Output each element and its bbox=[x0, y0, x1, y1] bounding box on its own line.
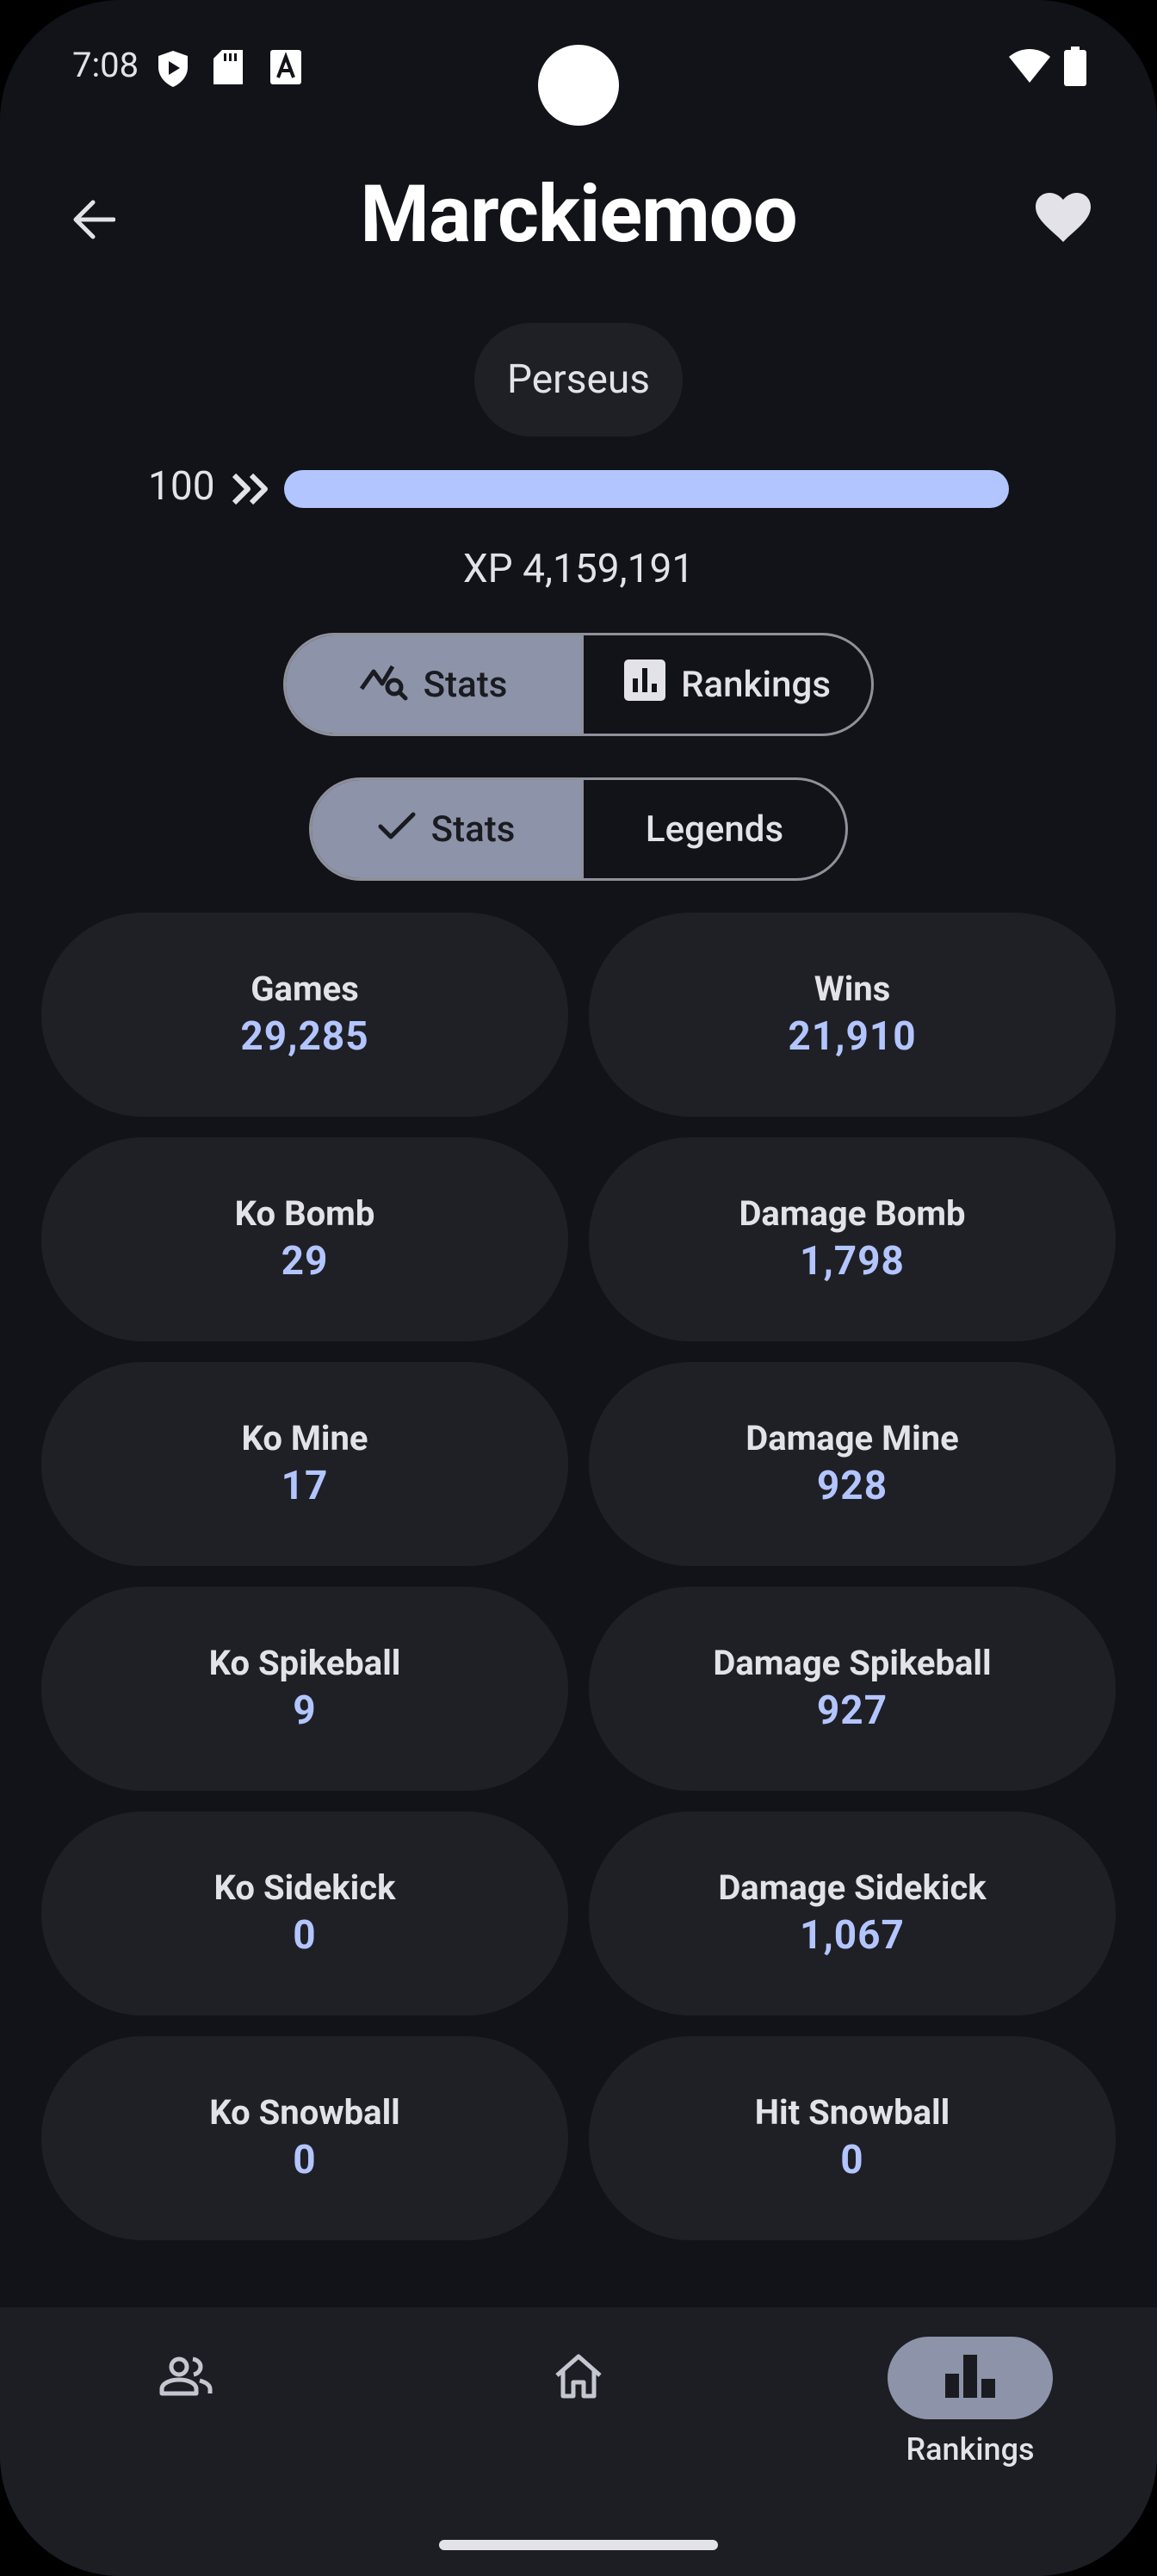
leaderboard-icon bbox=[624, 659, 666, 710]
query-stats-icon bbox=[359, 659, 408, 710]
stat-card-ko-spikeball: Ko Spikeball 9 bbox=[41, 1587, 568, 1791]
xp-progress-bar bbox=[284, 470, 1009, 508]
view-toggle: Stats Rankings bbox=[283, 633, 874, 736]
stat-card-ko-sidekick: Ko Sidekick 0 bbox=[41, 1811, 568, 2016]
stat-card-games: Games 29,285 bbox=[41, 913, 568, 1117]
stat-card-ko-mine: Ko Mine 17 bbox=[41, 1362, 568, 1566]
stat-value: 9 bbox=[293, 1687, 317, 1734]
status-bar: 7:08 bbox=[0, 0, 1157, 129]
stat-value: 21,910 bbox=[788, 1012, 917, 1060]
gesture-bar[interactable] bbox=[439, 2540, 718, 2550]
stat-label: Ko Spikeball bbox=[208, 1642, 401, 1683]
stat-value: 927 bbox=[816, 1687, 888, 1734]
stat-card-damage-mine: Damage Mine 928 bbox=[589, 1362, 1116, 1566]
tab-legends[interactable]: Legends bbox=[581, 780, 845, 878]
wifi-icon bbox=[1009, 48, 1050, 86]
stat-card-damage-sidekick: Damage Sidekick 1,067 bbox=[589, 1811, 1116, 2016]
tab-stats-label: Stats bbox=[423, 663, 508, 706]
nav-item-rankings[interactable]: Rankings bbox=[884, 2337, 1056, 2468]
stat-value: 29,285 bbox=[240, 1012, 369, 1060]
stat-card-ko-snowball: Ko Snowball 0 bbox=[41, 2036, 568, 2240]
people-icon bbox=[158, 2356, 213, 2400]
nav-label-rankings: Rankings bbox=[906, 2431, 1035, 2468]
stat-card-ko-bomb: Ko Bomb 29 bbox=[41, 1137, 568, 1341]
tab-stats[interactable]: Stats bbox=[286, 635, 581, 734]
xp-total: XP 4,159,191 bbox=[462, 546, 695, 592]
sd-card-icon bbox=[213, 50, 243, 88]
app-screen: 7:08 Marckiemoo Perseus 100 XP 4,159,191… bbox=[0, 0, 1157, 2576]
stat-value: 29 bbox=[281, 1237, 329, 1285]
stat-label: Damage Spikeball bbox=[713, 1642, 992, 1683]
stat-value: 1,067 bbox=[800, 1911, 905, 1959]
stat-value: 0 bbox=[293, 1911, 317, 1959]
home-icon bbox=[554, 2353, 603, 2403]
stat-label: Ko Sidekick bbox=[213, 1867, 396, 1908]
stat-label: Wins bbox=[814, 968, 891, 1009]
nav-item-players[interactable] bbox=[100, 2337, 272, 2419]
shield-play-icon bbox=[157, 50, 189, 91]
tab-rankings[interactable]: Rankings bbox=[581, 635, 871, 734]
check-icon bbox=[378, 808, 416, 851]
stat-card-damage-spikeball: Damage Spikeball 927 bbox=[589, 1587, 1116, 1791]
nav-item-home[interactable] bbox=[492, 2337, 665, 2419]
level-number: 100 bbox=[148, 463, 215, 510]
tab-rankings-label: Rankings bbox=[681, 663, 831, 706]
stat-label: Damage Bomb bbox=[739, 1192, 966, 1234]
camera-cutout bbox=[538, 45, 619, 126]
stat-label: Ko Bomb bbox=[234, 1192, 375, 1234]
stat-label: Damage Mine bbox=[746, 1417, 959, 1458]
tab-legends-label: Legends bbox=[645, 808, 784, 851]
favorite-button[interactable] bbox=[1024, 181, 1102, 258]
status-time: 7:08 bbox=[72, 45, 139, 85]
stat-value: 928 bbox=[816, 1462, 888, 1509]
tab-sub-stats-label: Stats bbox=[430, 808, 516, 851]
leaderboard-icon bbox=[945, 2355, 995, 2401]
tab-sub-stats[interactable]: Stats bbox=[312, 780, 581, 878]
stat-label: Games bbox=[251, 968, 359, 1009]
font-a-icon bbox=[270, 50, 301, 88]
stat-value: 1,798 bbox=[800, 1237, 905, 1285]
double-chevron-right-icon bbox=[231, 472, 270, 510]
stat-card-hit-snowball: Hit Snowball 0 bbox=[589, 2036, 1116, 2240]
heart-icon bbox=[1036, 193, 1091, 246]
stat-card-wins: Wins 21,910 bbox=[589, 913, 1116, 1117]
stat-value: 17 bbox=[281, 1462, 329, 1509]
stat-label: Ko Snowball bbox=[209, 2091, 400, 2133]
stat-label: Damage Sidekick bbox=[718, 1867, 987, 1908]
stat-value: 0 bbox=[840, 2136, 864, 2183]
stat-label: Hit Snowball bbox=[754, 2091, 950, 2133]
clan-chip[interactable]: Perseus bbox=[474, 323, 683, 437]
stat-label: Ko Mine bbox=[241, 1417, 368, 1458]
page-title: Marckiemoo bbox=[360, 169, 797, 261]
stat-value: 0 bbox=[293, 2136, 317, 2183]
stat-card-damage-bomb: Damage Bomb 1,798 bbox=[589, 1137, 1116, 1341]
battery-icon bbox=[1064, 46, 1086, 90]
sub-toggle: Stats Legends bbox=[309, 777, 848, 881]
stats-grid: Games 29,285 Wins 21,910 Ko Bomb 29 Dama… bbox=[41, 913, 1116, 2240]
bottom-navigation: Rankings bbox=[0, 2307, 1157, 2576]
